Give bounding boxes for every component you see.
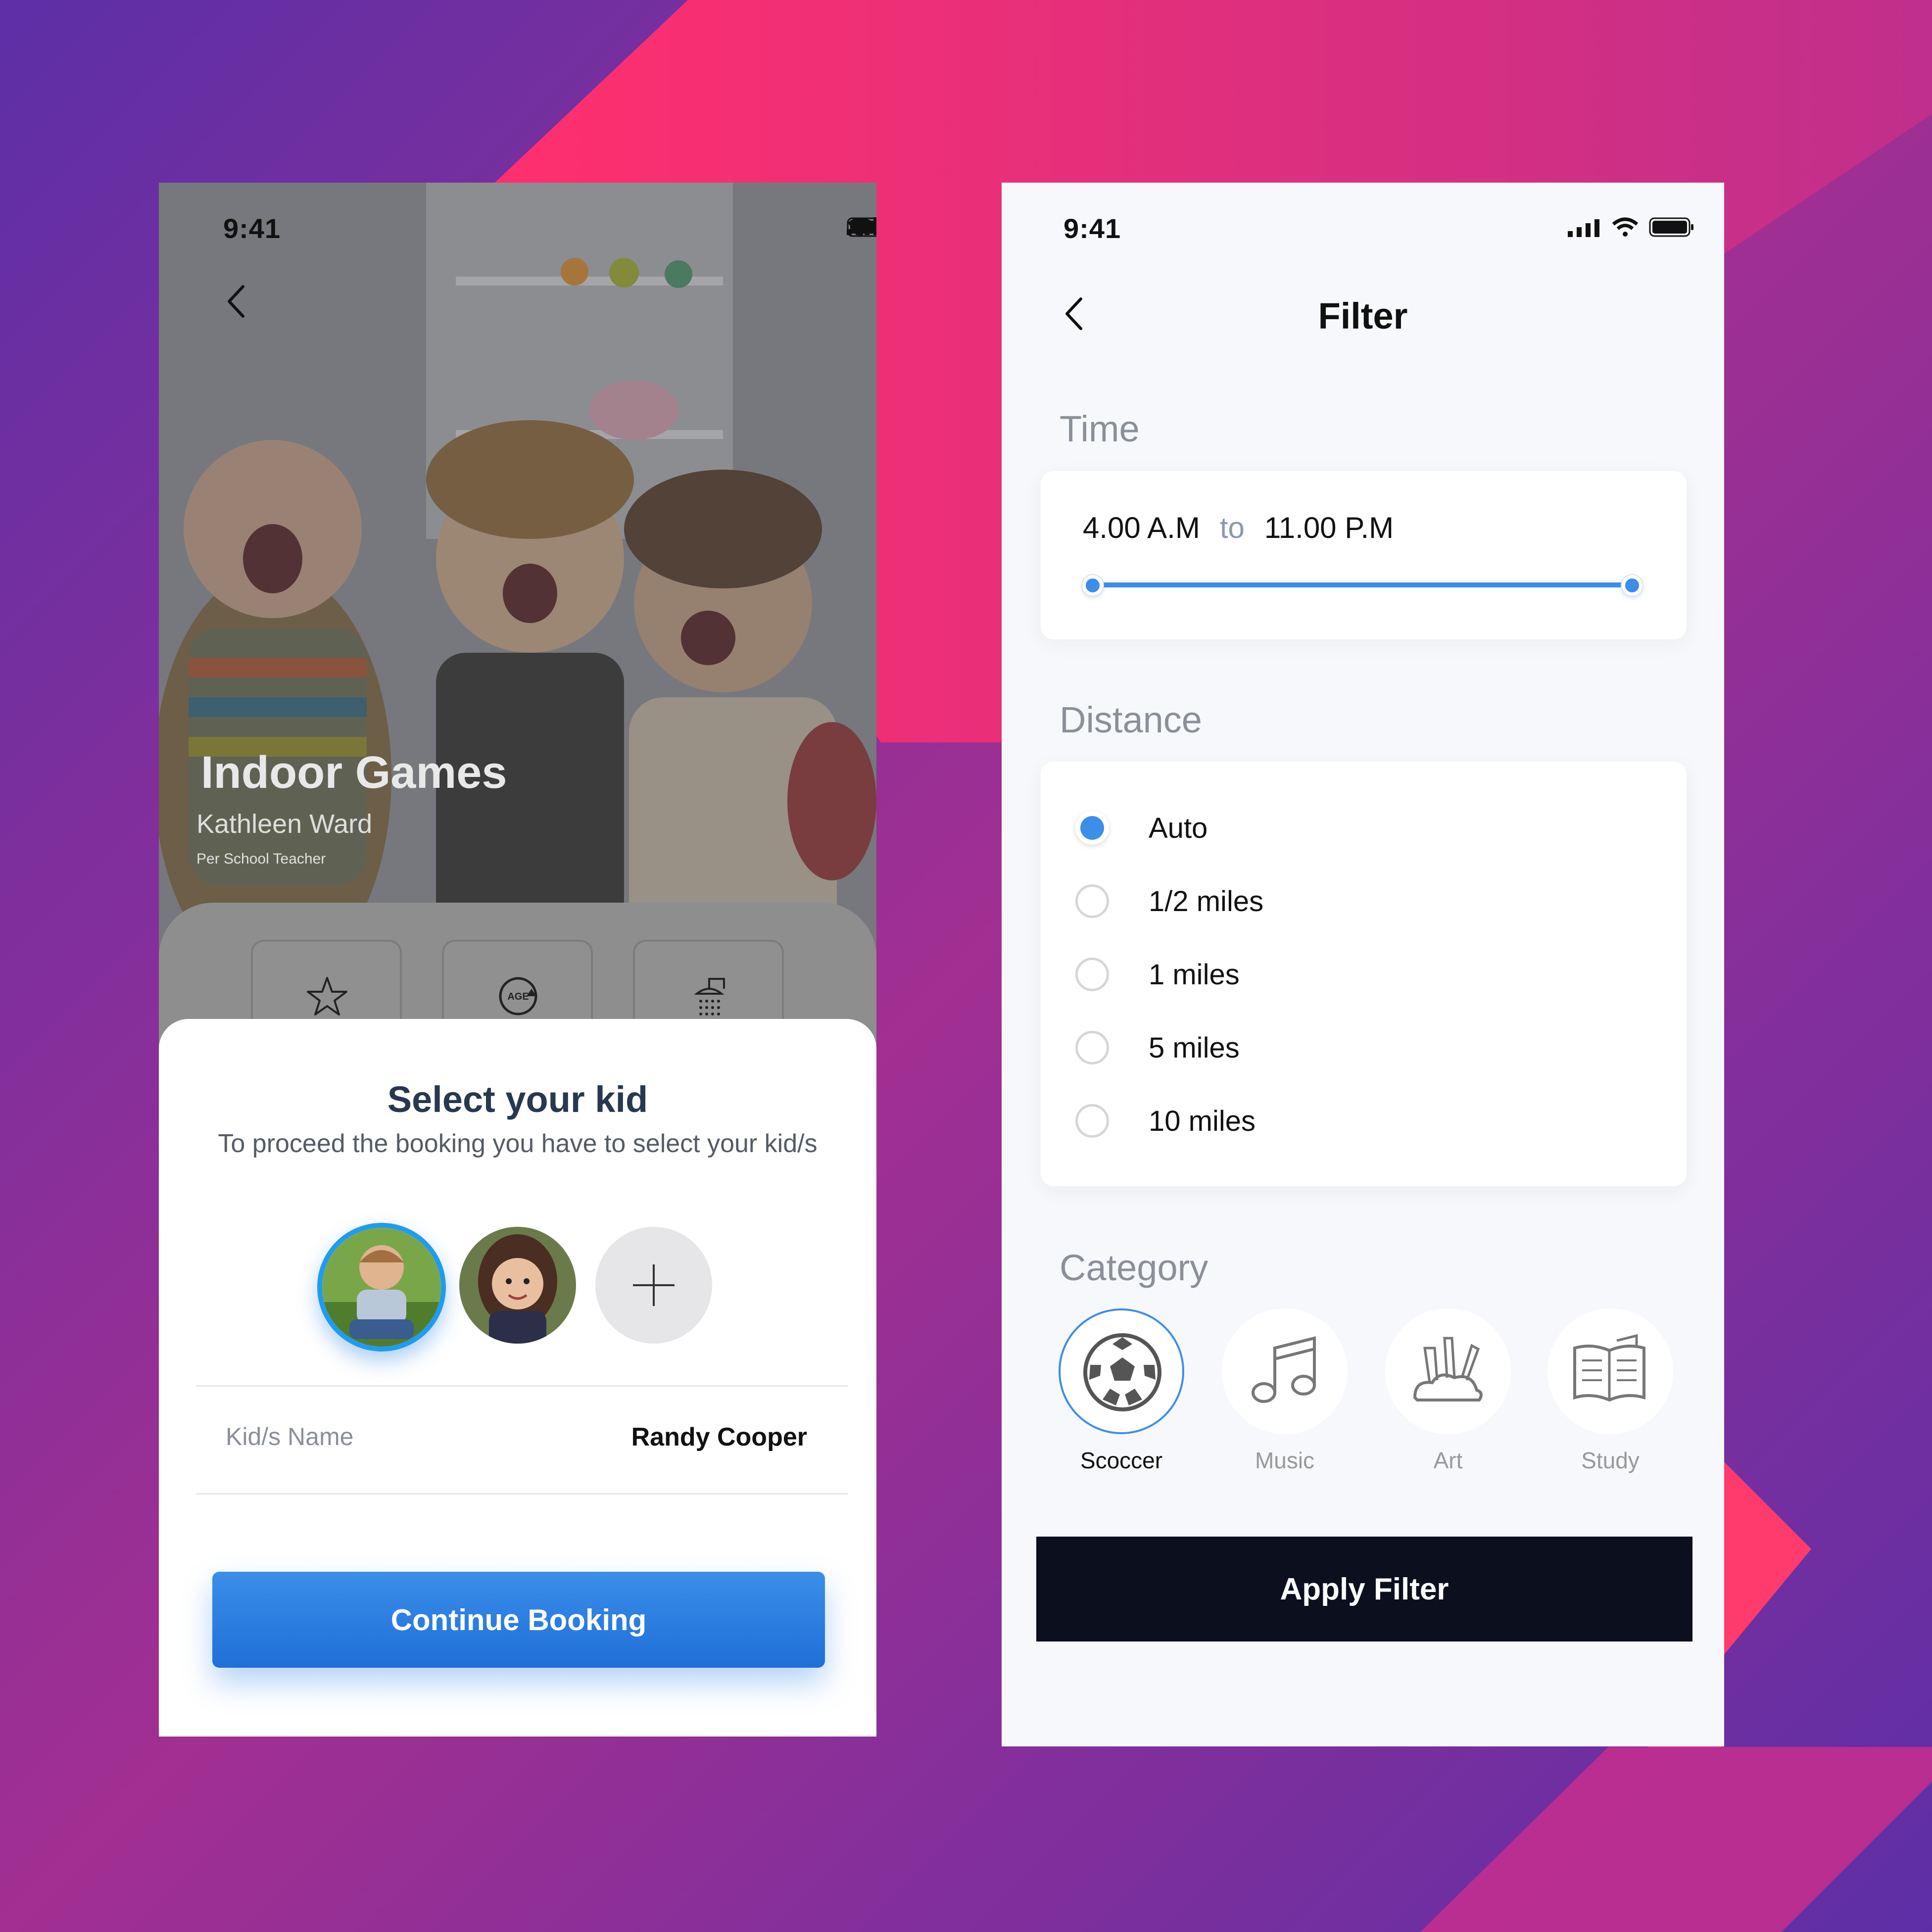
category-label: Art (1433, 1448, 1463, 1473)
time-to: 11.00 P.M (1264, 511, 1394, 544)
category-soccer[interactable]: Scoccer (1057, 1308, 1186, 1474)
teacher-name: Kathleen Ward (196, 809, 373, 839)
distance-option-5-miles[interactable]: 5 miles (1075, 1028, 1240, 1067)
radio[interactable] (1075, 1031, 1109, 1064)
activity-title: Indoor Games (201, 747, 507, 798)
svg-text:AGE: AGE (507, 991, 529, 1002)
distance-option-auto[interactable]: Auto (1075, 808, 1208, 848)
distance-option-half-mile[interactable]: 1/2 miles (1075, 881, 1263, 921)
category-label: Study (1581, 1448, 1640, 1473)
category-label: Music (1255, 1448, 1315, 1473)
kid-avatar-2[interactable] (459, 1227, 576, 1344)
music-note-icon (1252, 1336, 1316, 1403)
category-circle[interactable] (1222, 1308, 1348, 1434)
apply-filter-button[interactable]: Apply Filter (1036, 1537, 1692, 1642)
kid-name-value: Randy Cooper (631, 1423, 807, 1451)
time-range-text: 4.00 A.M to 11.00 P.M (1083, 511, 1394, 545)
art-supplies-icon (1413, 1337, 1483, 1401)
category-study[interactable]: Study (1546, 1308, 1675, 1474)
time-from: 4.00 A.M (1083, 511, 1200, 544)
radio[interactable] (1075, 958, 1109, 991)
radio[interactable] (1075, 884, 1109, 918)
page-title: Filter (1318, 295, 1408, 337)
add-kid-button[interactable] (595, 1227, 712, 1344)
status-time: 9:41 (1063, 213, 1121, 244)
status-bar: 9:41 (1002, 183, 1724, 257)
time-to-word: to (1219, 511, 1245, 544)
sheet-title: Select your kid (387, 1079, 648, 1120)
time-card: 4.00 A.M to 11.00 P.M (1041, 471, 1687, 639)
time-section-label: Time (1060, 408, 1140, 449)
avatar (459, 1227, 576, 1344)
avatar (322, 1228, 441, 1347)
distance-option-label: 10 miles (1149, 1105, 1256, 1137)
time-slider-track[interactable] (1093, 582, 1632, 587)
sheet-subtitle: To proceed the booking you have to selec… (218, 1129, 818, 1158)
radio[interactable] (1075, 1104, 1109, 1138)
booking-screen: 9:41 Indoor Games Kathleen Ward Per Scho… (159, 183, 876, 1737)
distance-card: Auto 1/2 miles 1 miles 5 miles 10 miles (1041, 762, 1687, 1186)
filter-screen: 9:41 Filter Time 4.00 A.M to 11.00 P.M Dis… (1002, 183, 1724, 1746)
status-icons (1568, 217, 1694, 237)
battery-icon (1649, 217, 1693, 237)
select-kid-sheet: Select your kid To proceed the booking y… (159, 1019, 876, 1737)
divider (196, 1385, 848, 1387)
kid-avatar-1[interactable] (317, 1223, 446, 1352)
category-section-label: Category (1060, 1247, 1208, 1288)
age-icon: AGE (499, 977, 537, 1015)
signal-icon (1568, 219, 1599, 237)
category-circle[interactable] (1059, 1308, 1184, 1434)
category-art[interactable]: Art (1384, 1308, 1512, 1474)
distance-section-label: Distance (1060, 699, 1202, 740)
distance-option-1-mile[interactable]: 1 miles (1075, 955, 1240, 994)
battery-icon (847, 217, 876, 237)
wifi-icon (1612, 217, 1639, 237)
category-circle[interactable] (1547, 1308, 1673, 1434)
back-chevron-icon[interactable] (218, 282, 258, 321)
status-time: 9:41 (223, 213, 281, 244)
time-slider-end-handle[interactable] (1622, 575, 1642, 596)
divider (196, 1493, 848, 1495)
distance-option-label: 1 miles (1149, 958, 1240, 991)
shower-icon (694, 978, 725, 1015)
status-bar: 9:41 (159, 183, 876, 257)
distance-option-10-miles[interactable]: 10 miles (1075, 1101, 1256, 1141)
radio-selected[interactable] (1075, 811, 1109, 845)
soccer-ball-icon (1083, 1333, 1161, 1411)
teacher-role: Per School Teacher (196, 851, 326, 867)
continue-booking-button[interactable]: Continue Booking (212, 1572, 825, 1668)
category-circle[interactable] (1385, 1308, 1511, 1434)
time-slider-start-handle[interactable] (1082, 575, 1103, 596)
distance-option-label: 1/2 miles (1149, 885, 1264, 918)
star-icon (307, 977, 347, 1015)
distance-option-label: Auto (1149, 812, 1208, 844)
distance-option-label: 5 miles (1149, 1031, 1240, 1064)
category-music[interactable]: Music (1220, 1308, 1349, 1474)
open-book-icon (1573, 1334, 1645, 1402)
category-label: Scoccer (1080, 1448, 1163, 1473)
kid-name-label: Kid/s Name (226, 1423, 354, 1450)
